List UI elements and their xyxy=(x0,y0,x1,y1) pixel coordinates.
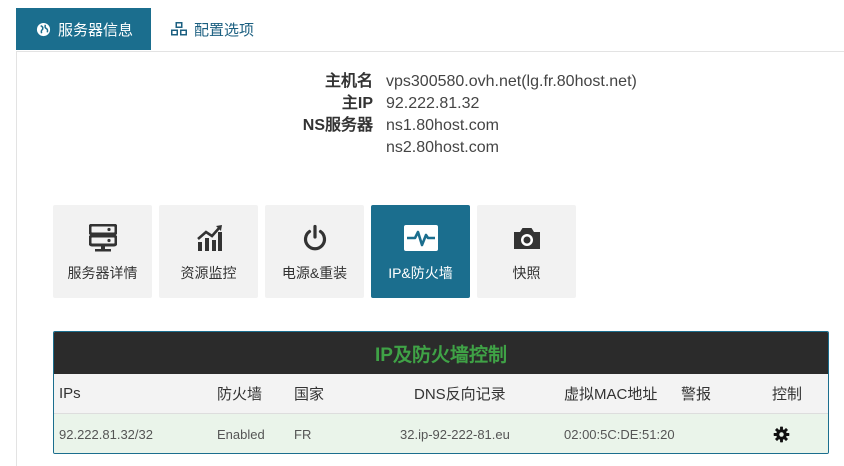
ip-row: 主IP 92.222.81.32 xyxy=(17,93,844,115)
server-info-panel: 主机名 vps300580.ovh.net(lg.fr.80host.net) … xyxy=(16,51,844,466)
col-control: 控制 xyxy=(772,386,803,403)
hostname-row: 主机名 vps300580.ovh.net(lg.fr.80host.net) xyxy=(17,71,844,93)
tile-ip-firewall[interactable]: IP&防火墙 xyxy=(371,205,470,298)
tab-config-options-label: 配置选项 xyxy=(194,21,255,39)
tab-bar: 服务器信息 配置选项 xyxy=(16,0,844,52)
col-firewall: 防火墙 xyxy=(217,386,263,403)
tile-server-details-label: 服务器详情 xyxy=(67,265,138,281)
ip-value: 92.222.81.32 xyxy=(386,95,480,112)
tab-config-options[interactable]: 配置选项 xyxy=(166,8,254,50)
table-row: 92.222.81.32/32 Enabled FR 32.ip-92-222-… xyxy=(54,414,828,453)
ns1-value: ns1.80host.com xyxy=(386,117,499,134)
tab-server-info-label: 服务器信息 xyxy=(58,21,134,39)
col-ips: IPs xyxy=(59,385,81,402)
chart-icon xyxy=(159,223,258,253)
gear-icon[interactable] xyxy=(773,414,790,453)
tile-resource-monitor-label: 资源监控 xyxy=(180,265,237,281)
tile-server-details[interactable]: 服务器详情 xyxy=(53,205,152,298)
tile-power-reinstall[interactable]: 电源&重装 xyxy=(265,205,364,298)
firewall-table-header: IPs 防火墙 国家 DNS反向记录 虚拟MAC地址 警报 控制 xyxy=(54,374,828,414)
tile-snapshot-label: 快照 xyxy=(512,265,541,281)
cell-firewall: Enabled xyxy=(217,426,265,442)
firewall-title: IP及防火墙控制 xyxy=(54,332,828,374)
col-rdns: DNS反向记录 xyxy=(414,386,506,403)
ip-label: 主IP xyxy=(341,95,373,112)
cubes-icon xyxy=(170,20,188,38)
tile-ip-firewall-label: IP&防火墙 xyxy=(388,265,453,281)
tile-snapshot[interactable]: 快照 xyxy=(477,205,576,298)
tile-power-reinstall-label: 电源&重装 xyxy=(281,265,348,281)
cell-mac: 02:00:5C:DE:51:20 xyxy=(564,426,675,442)
firewall-panel: IP及防火墙控制 IPs 防火墙 国家 DNS反向记录 虚拟MAC地址 警报 控… xyxy=(53,331,829,454)
tile-resource-monitor[interactable]: 资源监控 xyxy=(159,205,258,298)
col-mac: 虚拟MAC地址 xyxy=(564,386,658,403)
hostname-label: 主机名 xyxy=(324,73,373,90)
ns-label: NS服务器 xyxy=(302,117,373,134)
ns2-value: ns2.80host.com xyxy=(386,139,499,156)
heartbeat-icon xyxy=(371,223,470,253)
power-icon xyxy=(265,223,364,253)
server-icon xyxy=(53,223,152,253)
ns2-row: ns2.80host.com xyxy=(17,137,844,159)
cell-rdns: 32.ip-92-222-81.eu xyxy=(400,426,510,442)
globe-icon xyxy=(34,20,52,38)
hostname-value: vps300580.ovh.net(lg.fr.80host.net) xyxy=(386,73,637,90)
col-alert: 警报 xyxy=(681,386,712,403)
col-country: 国家 xyxy=(294,386,325,403)
ns-row: NS服务器 ns1.80host.com xyxy=(17,115,844,137)
camera-icon xyxy=(477,223,576,253)
cell-country: FR xyxy=(294,426,312,442)
tab-server-info[interactable]: 服务器信息 xyxy=(16,8,151,50)
cell-ip: 92.222.81.32/32 xyxy=(59,426,153,442)
